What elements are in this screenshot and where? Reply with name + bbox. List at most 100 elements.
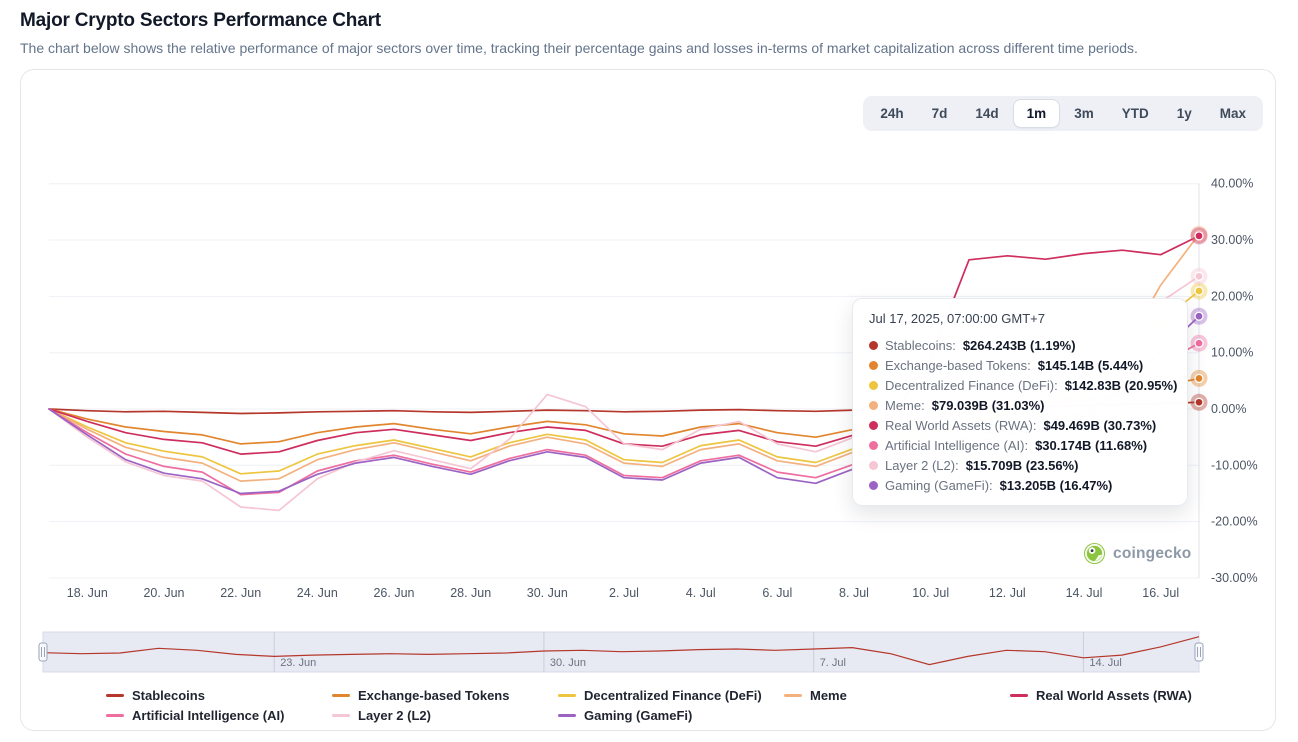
x-axis-label: 10. Jul: [912, 586, 949, 600]
tooltip-series-name: Exchange-based Tokens:: [885, 358, 1031, 373]
x-axis-label: 30. Jun: [527, 586, 568, 600]
range-button-14d[interactable]: 14d: [962, 100, 1011, 127]
tooltip-series-name: Decentralized Finance (DeFi):: [885, 378, 1058, 393]
tooltip-series-value: $13.205B (16.47%): [1000, 478, 1113, 493]
navigator-handle-right[interactable]: [1195, 643, 1203, 661]
x-axis-label: 4. Jul: [686, 586, 716, 600]
tooltip-row-gaming-gamefi: Gaming (GameFi):$13.205B (16.47%): [869, 475, 1171, 495]
tooltip-series-name: Layer 2 (L2):: [885, 458, 959, 473]
legend-item-artificial-intelligence-ai[interactable]: Artificial Intelligence (AI): [106, 708, 332, 723]
point-marker-artificial-intelligence-ai[interactable]: [1195, 339, 1203, 347]
navigator-label: 23. Jun: [280, 657, 316, 669]
legend-item-stablecoins[interactable]: Stablecoins: [106, 688, 332, 703]
legend-item-meme[interactable]: Meme: [784, 688, 1010, 703]
tooltip-rows: Stablecoins:$264.243B (1.19%)Exchange-ba…: [869, 335, 1171, 495]
legend-label: Decentralized Finance (DeFi): [584, 688, 762, 703]
tooltip-row-exchange-based-tokens: Exchange-based Tokens: $145.14B (5.44%): [869, 355, 1171, 375]
tooltip-row-artificial-intelligence-ai: Artificial Intelligence (AI): $30.174B (1…: [869, 435, 1171, 455]
tooltip-series-value: $49.469B (30.73%): [1043, 418, 1156, 433]
legend-item-real-world-assets-rwa[interactable]: Real World Assets (RWA): [1010, 688, 1236, 703]
range-button-ytd[interactable]: YTD: [1109, 100, 1162, 127]
y-axis-label: -20.00%: [1211, 515, 1258, 529]
range-button-1y[interactable]: 1y: [1164, 100, 1205, 127]
tooltip-row-stablecoins: Stablecoins:$264.243B (1.19%): [869, 335, 1171, 355]
legend-label: Real World Assets (RWA): [1036, 688, 1192, 703]
tooltip-series-value: $79.039B (31.03%): [932, 398, 1045, 413]
coingecko-logo-icon: [1083, 542, 1106, 565]
x-axis-label: 16. Jul: [1142, 586, 1179, 600]
point-marker-decentralized-finance-defi[interactable]: [1195, 287, 1203, 295]
legend-label: Layer 2 (L2): [358, 708, 431, 723]
x-axis-label: 24. Jun: [297, 586, 338, 600]
x-axis-label: 28. Jun: [450, 586, 491, 600]
range-selector: 24h7d14d1m3mYTD1yMax: [863, 96, 1263, 131]
page-subtitle: The chart below shows the relative perfo…: [20, 40, 1276, 56]
range-button-max[interactable]: Max: [1207, 100, 1259, 127]
legend-label: Gaming (GameFi): [584, 708, 692, 723]
y-axis-label: -30.00%: [1211, 571, 1258, 585]
series-dot: [869, 421, 878, 430]
range-button-24h[interactable]: 24h: [867, 100, 916, 127]
tooltip-timestamp: Jul 17, 2025, 07:00:00 GMT+7: [869, 311, 1171, 326]
legend-item-decentralized-finance-defi[interactable]: Decentralized Finance (DeFi): [558, 688, 784, 703]
tooltip-row-meme: Meme: $79.039B (31.03%): [869, 395, 1171, 415]
legend-swatch: [558, 714, 576, 717]
tooltip-series-name: Meme:: [885, 398, 925, 413]
chart-card: 24h7d14d1m3mYTD1yMax 40.00% 30.00% 20.00% 1…: [20, 69, 1276, 731]
tooltip-series-name: Stablecoins:: [885, 338, 956, 353]
x-axis-label: 2. Jul: [609, 586, 639, 600]
chart-tooltip: Jul 17, 2025, 07:00:00 GMT+7 Stablecoins…: [852, 298, 1188, 506]
x-axis-label: 12. Jul: [989, 586, 1026, 600]
x-axis-label: 6. Jul: [762, 586, 792, 600]
point-marker-layer-2-l2[interactable]: [1195, 272, 1203, 280]
legend-item-gaming-gamefi[interactable]: Gaming (GameFi): [558, 708, 784, 723]
chart-legend: StablecoinsExchange-based Tokens Decentra…: [106, 688, 1236, 723]
range-button-1m[interactable]: 1m: [1014, 100, 1060, 127]
range-button-7d[interactable]: 7d: [919, 100, 961, 127]
tooltip-series-value: $30.174B (11.68%): [1035, 438, 1147, 453]
point-marker-exchange-based-tokens[interactable]: [1195, 374, 1203, 382]
page-title: Major Crypto Sectors Performance Chart: [20, 10, 1276, 32]
point-marker-gaming-gamefi[interactable]: [1195, 312, 1203, 320]
legend-swatch: [106, 714, 124, 717]
navigator-handle-left[interactable]: [39, 643, 47, 661]
legend-swatch: [332, 714, 350, 717]
series-dot: [869, 341, 878, 350]
y-axis-label: 40.00%: [1211, 177, 1253, 191]
tooltip-row-layer-2-l2: Layer 2 (L2):$15.709B (23.56%): [869, 455, 1171, 475]
navigator-label: 14. Jul: [1089, 657, 1121, 669]
legend-swatch: [558, 694, 576, 697]
tooltip-series-name: Artificial Intelligence (AI):: [885, 438, 1028, 453]
y-axis-label: 10.00%: [1211, 346, 1253, 360]
tooltip-row-real-world-assets-rwa: Real World Assets (RWA): $49.469B (30.73%…: [869, 415, 1171, 435]
legend-swatch: [1010, 694, 1028, 697]
point-marker-stablecoins[interactable]: [1195, 398, 1203, 406]
point-marker-real-world-assets-rwa[interactable]: [1195, 232, 1203, 240]
y-axis-label: 20.00%: [1211, 289, 1253, 303]
legend-label: Meme: [810, 688, 847, 703]
x-axis-label: 8. Jul: [839, 586, 869, 600]
x-axis-label: 20. Jun: [143, 586, 184, 600]
legend-item-exchange-based-tokens[interactable]: Exchange-based Tokens: [332, 688, 558, 703]
x-axis-label: 18. Jun: [67, 586, 108, 600]
range-button-3m[interactable]: 3m: [1061, 100, 1107, 127]
legend-item-layer-2-l2[interactable]: Layer 2 (L2): [332, 708, 558, 723]
legend-swatch: [106, 694, 124, 697]
series-dot: [869, 361, 878, 370]
navigator-label: 30. Jun: [550, 657, 586, 669]
y-axis-label: 30.00%: [1211, 233, 1253, 247]
series-dot: [869, 481, 878, 490]
y-axis-label: 0.00%: [1211, 402, 1246, 416]
tooltip-row-decentralized-finance-defi: Decentralized Finance (DeFi):$142.83B (2…: [869, 375, 1171, 395]
navigator-label: 7. Jul: [820, 657, 846, 669]
x-axis-label: 26. Jun: [373, 586, 414, 600]
legend-swatch: [784, 694, 802, 697]
series-dot: [869, 441, 878, 450]
legend-swatch: [332, 694, 350, 697]
page-header: Major Crypto Sectors Performance Chart T…: [0, 0, 1298, 56]
tooltip-series-value: $145.14B (5.44%): [1038, 358, 1144, 373]
x-axis-label: 14. Jul: [1066, 586, 1103, 600]
tooltip-series-name: Real World Assets (RWA):: [885, 418, 1036, 433]
watermark-label: coingecko: [1113, 545, 1191, 563]
series-dot: [869, 401, 878, 410]
